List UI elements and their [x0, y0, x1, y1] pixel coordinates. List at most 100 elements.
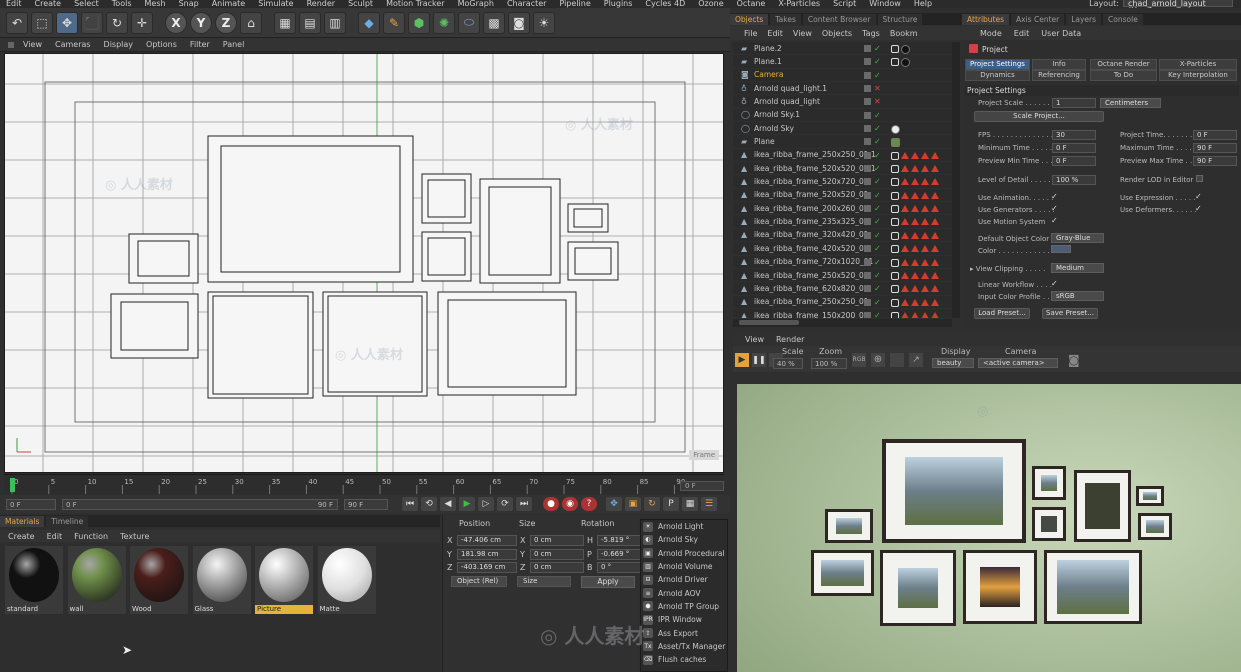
tab-content-browser[interactable]: Content Browser	[802, 14, 876, 25]
tab-dynamics[interactable]: Dynamics	[965, 70, 1030, 81]
phong-tag-icon[interactable]	[931, 191, 939, 199]
enabled-check-icon[interactable]: ✕	[874, 97, 881, 106]
menu-ozone[interactable]: Ozone	[698, 0, 723, 8]
object-row[interactable]: ▲ ikea_ribba_frame_200x260_01 ✓	[733, 202, 952, 216]
visibility-toggle-icon[interactable]	[864, 98, 871, 106]
phong-tag-icon[interactable]	[921, 205, 929, 213]
phong-tag-icon[interactable]	[931, 218, 939, 226]
arnold-menu-item[interactable]: ⬢ Arnold TP Group	[641, 600, 727, 613]
preview-max-field[interactable]: 90 F	[1193, 156, 1237, 166]
menu-render[interactable]: Render	[307, 0, 335, 8]
preview-min-field[interactable]: 0 F	[1052, 156, 1096, 166]
cube-icon[interactable]: ◆	[358, 11, 380, 34]
scale-project-button[interactable]: Scale Project...	[974, 111, 1104, 122]
attr-menu-user-data[interactable]: User Data	[1041, 29, 1081, 38]
phong-tag-icon[interactable]	[931, 178, 939, 186]
phong-tag-icon[interactable]	[901, 191, 909, 199]
tab-attributes[interactable]: Attributes	[962, 14, 1010, 25]
phong-tag-icon[interactable]	[931, 258, 939, 266]
visibility-toggle-icon[interactable]	[864, 231, 871, 239]
phong-tag-icon[interactable]	[931, 311, 939, 318]
menu-character[interactable]: Character	[507, 0, 547, 8]
prev-keyframe-icon[interactable]: ⟲	[421, 497, 437, 511]
phong-tag-icon[interactable]	[921, 151, 929, 159]
visibility-toggle-icon[interactable]	[864, 85, 871, 93]
scale-tool-icon[interactable]: ⬛	[81, 11, 103, 34]
phong-tag-icon[interactable]	[921, 311, 929, 318]
visibility-toggle-icon[interactable]	[864, 151, 871, 159]
menu-simulate[interactable]: Simulate	[258, 0, 293, 8]
keyframe-selection-icon[interactable]: ?	[581, 497, 597, 511]
render-picture-viewer-icon[interactable]: ▤	[299, 11, 321, 34]
phong-tag-icon[interactable]	[921, 245, 929, 253]
pla-key-icon[interactable]: ▦	[682, 497, 698, 511]
object-row[interactable]: ▲ ikea_ribba_frame_250x250_01.1 ✓	[733, 149, 952, 163]
material-tag-icon[interactable]	[891, 125, 900, 135]
enabled-check-icon[interactable]: ✓	[874, 111, 881, 120]
menu-x-particles[interactable]: X-Particles	[778, 0, 820, 8]
object-list-scrollbar[interactable]	[952, 42, 960, 318]
enabled-check-icon[interactable]: ✕	[874, 84, 881, 93]
object-menu-bookm[interactable]: Bookm	[890, 29, 918, 38]
menu-function[interactable]: Function	[74, 532, 108, 541]
rv-menu-view[interactable]: View	[745, 335, 764, 344]
coordinate-system-icon[interactable]: ⌂	[240, 11, 262, 34]
object-menu-view[interactable]: View	[793, 29, 812, 38]
autokey-icon[interactable]: ◉	[562, 497, 578, 511]
menu-sculpt[interactable]: Sculpt	[348, 0, 373, 8]
input-color-profile-dropdown[interactable]: sRGB	[1051, 291, 1104, 301]
phong-tag-icon[interactable]	[921, 258, 929, 266]
enabled-check-icon[interactable]: ✓	[874, 271, 881, 280]
use-expression-checkbox[interactable]: ✓	[1195, 193, 1202, 201]
phong-tag-icon[interactable]	[911, 178, 919, 186]
compositing-tag-icon[interactable]	[891, 285, 899, 294]
view-clipping-dropdown[interactable]: Medium	[1051, 263, 1104, 273]
light-icon[interactable]: ☀	[533, 11, 555, 34]
arnold-menu-item[interactable]: ◐ Arnold Sky	[641, 533, 727, 546]
render-settings-icon[interactable]: ▥	[324, 11, 346, 34]
rotation-key-icon[interactable]: ↻	[644, 497, 660, 511]
enabled-check-icon[interactable]: ✓	[874, 57, 881, 66]
menu-create[interactable]: Create	[35, 0, 62, 8]
position-field[interactable]: 181.98 cm	[457, 548, 517, 560]
coord-mode-dropdown[interactable]: Object (Rel)	[451, 576, 507, 587]
arnold-menu-item[interactable]: ⊟ Arnold Driver	[641, 573, 727, 586]
menu-tools[interactable]: Tools	[112, 0, 132, 8]
tab-x-particles[interactable]: X-Particles	[1159, 59, 1237, 70]
visibility-toggle-icon[interactable]	[864, 165, 871, 173]
object-row[interactable]: ▲ ikea_ribba_frame_150x200_01 ✓	[733, 309, 952, 318]
phong-tag-icon[interactable]	[921, 231, 929, 239]
menu-snap[interactable]: Snap	[179, 0, 199, 8]
tab-to-do[interactable]: To Do	[1090, 70, 1157, 81]
compositing-tag-icon[interactable]	[891, 298, 899, 307]
enabled-check-icon[interactable]: ✓	[874, 137, 881, 146]
compositing-tag-icon[interactable]	[891, 218, 899, 227]
viewport-menu-cameras[interactable]: Cameras	[55, 40, 91, 49]
object-row[interactable]: ▰ Plane ✓	[733, 135, 952, 149]
rv-menu-render[interactable]: Render	[776, 335, 804, 344]
project-scale-unit-dropdown[interactable]: Centimeters	[1100, 98, 1161, 108]
phong-tag-icon[interactable]	[921, 165, 929, 173]
default-color-dropdown[interactable]: Gray-Blue	[1051, 233, 1104, 243]
phong-tag-icon[interactable]	[901, 285, 909, 293]
phong-tag-icon[interactable]	[931, 165, 939, 173]
object-row[interactable]: ▲ ikea_ribba_frame_520x720_01 ✓	[733, 175, 952, 189]
object-row[interactable]: ♁ Arnold quad_light.1 ✕	[733, 82, 952, 96]
render-view-icon[interactable]: ▦	[274, 11, 296, 34]
enabled-check-icon[interactable]: ✓	[874, 44, 881, 53]
viewport-menu-view[interactable]: View	[23, 40, 42, 49]
phong-tag-icon[interactable]	[901, 205, 909, 213]
object-row[interactable]: ▰ Plane.1 ✓	[733, 55, 952, 69]
rgb-toggle-icon[interactable]: RGB	[852, 353, 866, 367]
visibility-toggle-icon[interactable]	[864, 285, 871, 293]
arnold-menu-item[interactable]: Tx Asset/Tx Manager	[641, 640, 727, 653]
use-deformers-checkbox[interactable]: ✓	[1195, 205, 1202, 213]
phong-tag-icon[interactable]	[911, 205, 919, 213]
phong-tag-icon[interactable]	[901, 245, 909, 253]
menu-script[interactable]: Script	[833, 0, 856, 8]
visibility-toggle-icon[interactable]	[864, 58, 871, 66]
enabled-check-icon[interactable]: ✓	[874, 298, 881, 307]
tab-console[interactable]: Console	[1103, 14, 1143, 25]
y-axis-icon[interactable]: Y	[190, 11, 212, 34]
menu-texture[interactable]: Texture	[120, 532, 149, 541]
